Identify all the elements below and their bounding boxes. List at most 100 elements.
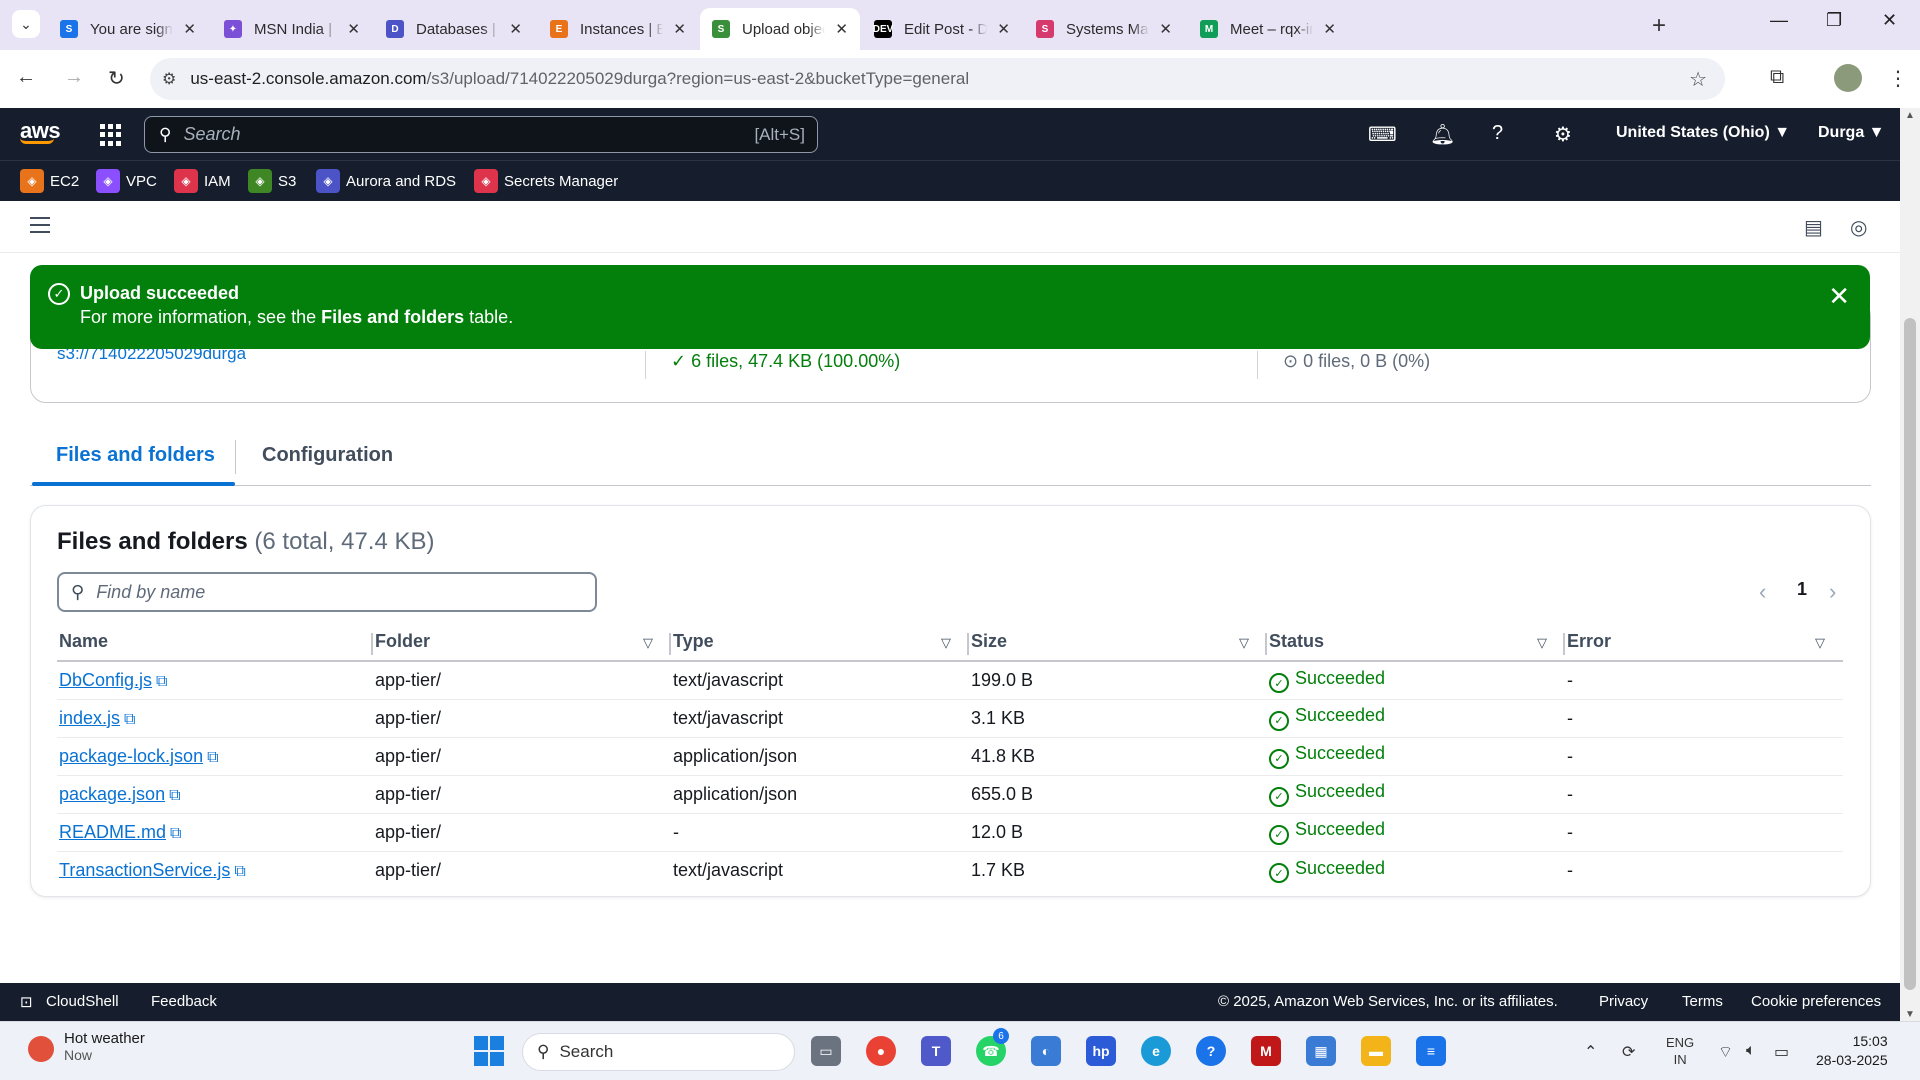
close-window-icon[interactable]: ✕ [1882, 10, 1897, 31]
windows-start-icon[interactable] [474, 1036, 504, 1066]
aws-search-input[interactable]: ⚲ Search [Alt+S] [144, 116, 818, 153]
browser-tab[interactable]: M Meet – rqx-iroa- ✕ [1188, 8, 1348, 50]
external-link-icon[interactable]: ⧉ [207, 749, 218, 766]
sort-icon[interactable]: ▽ [941, 635, 951, 651]
notepad-icon[interactable]: ≡ [1416, 1036, 1446, 1066]
external-link-icon[interactable]: ⧉ [170, 825, 181, 842]
close-tab-icon[interactable]: ✕ [673, 20, 686, 38]
file-name-link[interactable]: README.md [59, 822, 166, 842]
cloudshell-icon[interactable]: ⌨ [1368, 122, 1397, 147]
column-header-size[interactable]: Size ▽ [969, 623, 1267, 662]
favorite-service-link[interactable]: ◈ EC2 [20, 169, 79, 193]
previous-page-icon[interactable]: ‹ [1759, 579, 1766, 605]
forward-icon[interactable]: → [64, 66, 84, 89]
cloudshell-link[interactable]: CloudShell [46, 993, 119, 1010]
wifi-icon[interactable]: ⌔ [1718, 1042, 1733, 1062]
favorite-service-link[interactable]: ◈ Secrets Manager [474, 169, 618, 193]
bookmark-star-icon[interactable]: ☆ [1689, 67, 1707, 92]
site-info-icon[interactable]: ⚙ [162, 69, 176, 89]
cookie-preferences-link[interactable]: Cookie preferences [1751, 993, 1881, 1010]
account-menu[interactable]: Durga ▼ [1818, 124, 1885, 142]
scroll-up-icon[interactable]: ▲ [1905, 110, 1915, 121]
feedback-link[interactable]: Feedback [151, 993, 217, 1010]
sort-icon[interactable]: ▽ [1239, 635, 1249, 651]
new-tab-button[interactable]: + [1652, 12, 1666, 40]
favorite-service-link[interactable]: ◈ IAM [174, 169, 231, 193]
column-header-folder[interactable]: Folder ▽ [373, 623, 671, 662]
address-bar[interactable]: ⚙ us-east-2.console.amazon.com/s3/upload… [150, 58, 1725, 100]
close-icon[interactable]: ✕ [1828, 281, 1850, 312]
settings-gear-icon[interactable]: ⚙ [1554, 122, 1572, 147]
terms-link[interactable]: Terms [1682, 993, 1723, 1010]
language-indicator[interactable]: ENG IN [1666, 1034, 1694, 1068]
close-tab-icon[interactable]: ✕ [835, 20, 848, 38]
browser-tab[interactable]: S You are signed in ✕ [48, 8, 208, 50]
region-selector[interactable]: United States (Ohio) ▼ [1616, 124, 1790, 142]
volume-icon[interactable]: 🔈︎ [1746, 1042, 1756, 1060]
close-tab-icon[interactable]: ✕ [509, 20, 522, 38]
sort-icon[interactable]: ▽ [1815, 635, 1825, 651]
browser-tab[interactable]: S Upload objects - ✕ [700, 8, 860, 50]
external-link-icon[interactable]: ⧉ [234, 863, 245, 880]
browser-tab[interactable]: ✦ MSN India | Breaking ✕ [212, 8, 372, 50]
file-name-link[interactable]: package.json [59, 784, 165, 804]
tab-search-button[interactable]: ⌄ [12, 10, 40, 38]
notifications-bell-icon[interactable]: 🔔︎ [1430, 122, 1455, 147]
myhp-icon[interactable]: hp [1086, 1036, 1116, 1066]
find-by-name-field[interactable]: ⚲ [57, 572, 597, 612]
page-number[interactable]: 1 [1797, 579, 1807, 600]
show-hidden-icons-icon[interactable]: ⌃ [1584, 1042, 1597, 1062]
edge-icon[interactable]: e [1141, 1036, 1171, 1066]
task-view-icon[interactable]: ▭ [811, 1036, 841, 1066]
close-tab-icon[interactable]: ✕ [997, 20, 1010, 38]
weather-widget[interactable]: Hot weather Now [28, 1030, 145, 1063]
browser-tab[interactable]: S Systems Manager ✕ [1024, 8, 1184, 50]
reload-icon[interactable]: ↻ [108, 66, 125, 91]
column-header-type[interactable]: Type ▽ [671, 623, 969, 662]
browser-menu-icon[interactable]: ⋮ [1888, 66, 1908, 91]
menu-hamburger-icon[interactable] [30, 217, 50, 238]
browser-tab[interactable]: E Instances | EC2 | ✕ [538, 8, 698, 50]
tab-files-and-folders[interactable]: Files and folders [56, 444, 215, 467]
mcafee-icon[interactable]: M [1251, 1036, 1281, 1066]
services-grid-icon[interactable] [100, 124, 122, 146]
external-link-icon[interactable]: ⧉ [169, 787, 180, 804]
minimize-icon[interactable]: — [1770, 10, 1788, 31]
close-tab-icon[interactable]: ✕ [347, 20, 360, 38]
extensions-icon[interactable]: ⧉ [1770, 66, 1784, 89]
sort-icon[interactable]: ▽ [1537, 635, 1547, 651]
aws-logo[interactable]: aws [20, 118, 61, 144]
scroll-down-icon[interactable]: ▼ [1905, 1009, 1915, 1020]
store-icon[interactable]: ▦ [1306, 1036, 1336, 1066]
sync-icon[interactable]: ⟳ [1622, 1042, 1635, 1062]
close-tab-icon[interactable]: ✕ [183, 20, 196, 38]
system-clock[interactable]: 15:03 28-03-2025 [1816, 1032, 1888, 1070]
restore-icon[interactable]: ❐ [1826, 10, 1842, 31]
tab-configuration[interactable]: Configuration [262, 444, 393, 467]
help-icon[interactable]: ? [1492, 122, 1503, 145]
column-header-status[interactable]: Status ▽ [1267, 623, 1565, 662]
privacy-link[interactable]: Privacy [1599, 993, 1648, 1010]
column-header-name[interactable]: Name [57, 623, 373, 662]
external-link-icon[interactable]: ⧉ [156, 673, 167, 690]
profile-avatar[interactable] [1834, 64, 1862, 92]
file-name-link[interactable]: TransactionService.js [59, 860, 230, 880]
favorite-service-link[interactable]: ◈ VPC [96, 169, 157, 193]
favorite-service-link[interactable]: ◈ Aurora and RDS [316, 169, 456, 193]
chrome-icon[interactable]: ● [866, 1036, 896, 1066]
scrollbar-thumb[interactable] [1904, 318, 1916, 990]
page-scrollbar[interactable]: ▲ ▼ [1900, 108, 1920, 1022]
notes-icon[interactable]: ▤ [1804, 215, 1823, 240]
battery-icon[interactable]: ▭ [1774, 1042, 1789, 1062]
browser-tab[interactable]: DEV Edit Post - DEV C ✕ [862, 8, 1022, 50]
back-icon[interactable]: ← [16, 66, 36, 89]
favorite-service-link[interactable]: ◈ S3 [248, 169, 296, 193]
browser-tab[interactable]: D Databases | Aurora ✕ [374, 8, 534, 50]
copilot-icon[interactable]: ◐ [1031, 1036, 1061, 1066]
file-explorer-icon[interactable]: ▬ [1361, 1036, 1391, 1066]
help-icon[interactable]: ? [1196, 1036, 1226, 1066]
file-name-link[interactable]: DbConfig.js [59, 670, 152, 690]
file-name-link[interactable]: index.js [59, 708, 120, 728]
cloudshell-icon[interactable]: ⊡ [20, 993, 33, 1011]
next-page-icon[interactable]: › [1829, 579, 1836, 605]
